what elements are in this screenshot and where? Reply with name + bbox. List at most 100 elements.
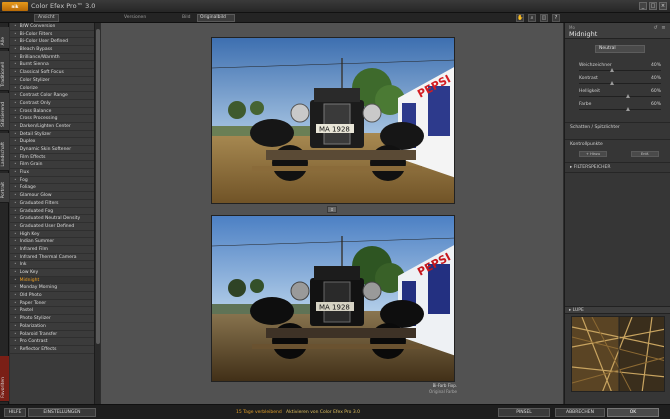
zoom-icon[interactable]: ⌕ <box>528 14 536 22</box>
help-icon[interactable]: ? <box>552 14 560 22</box>
filter-list-item[interactable]: • Duplex <box>10 138 94 146</box>
tab-landschaft[interactable]: Landschaft <box>0 133 9 171</box>
filter-list-item[interactable]: • Film Grain <box>10 161 94 170</box>
filter-list-scrollbar[interactable] <box>94 23 100 404</box>
menu-icon[interactable]: ≡ <box>661 26 666 31</box>
filter-list-item[interactable]: • Infrared Thermal Camera <box>10 253 94 262</box>
filter-memory-section[interactable]: ▸ FILTERSPEICHER <box>567 164 669 171</box>
loupe-header[interactable]: ▸ LUPE <box>565 306 670 314</box>
filter-list-item[interactable]: • Foliage <box>10 184 94 193</box>
filter-list-item[interactable]: • Color Stylizer <box>10 76 94 85</box>
filter-list-item[interactable]: • Polarization <box>10 322 94 331</box>
filter-list-item[interactable]: • Graduated User Defined <box>10 222 94 231</box>
filter-list-item[interactable]: • Contrast Color Range <box>10 92 94 100</box>
filter-name: Contrast Only <box>19 100 51 106</box>
filter-list-item[interactable]: • Bi-Color User Defined <box>10 38 94 47</box>
filter-name: Paper Toner <box>19 300 47 306</box>
control-points-section[interactable]: Kontrollpunkte <box>567 141 669 148</box>
filter-list-item[interactable]: • Flux <box>10 169 94 177</box>
filter-list-item[interactable]: • Reflector Effects <box>10 345 94 354</box>
filter-list-item[interactable]: • B/W Conversion <box>10 23 94 31</box>
slider-weichzeichner[interactable]: Weichzeichner 40% <box>565 63 670 75</box>
tab-favoriten[interactable]: Favoriten <box>0 356 9 402</box>
filter-list-item[interactable]: • Monday Morning <box>10 284 94 293</box>
filter-list-item[interactable]: • Bi-Color Filters <box>10 30 94 39</box>
filter-list-item[interactable]: • Brilliance/Warmth <box>10 53 94 62</box>
filter-list-item[interactable]: • Burnt Sienna <box>10 61 94 70</box>
brush-button[interactable]: PINSEL <box>498 408 550 417</box>
slider-knob[interactable] <box>626 94 631 98</box>
filter-list-item[interactable]: • High Key <box>10 230 94 239</box>
filter-name: Old Photo <box>19 293 42 299</box>
filter-list-item[interactable]: • Ink <box>10 261 94 269</box>
filter-list-item[interactable]: • Graduated Neutral Density <box>10 215 94 223</box>
compare-icon[interactable]: ◫ <box>540 14 548 22</box>
add-control-point-button[interactable]: + Hinzu <box>579 151 607 157</box>
view-button[interactable]: Ansicht <box>34 14 59 22</box>
preview-area: PEPSI MA 1928 ⇕ PEPSI MA 1928 Bi-Farb Fi… <box>101 23 563 404</box>
settings-button[interactable]: EINSTELLUNGEN <box>28 408 96 417</box>
filter-list-item[interactable]: • Polaroid Transfer <box>10 330 94 339</box>
filter-name: Darken/Lighten Center <box>19 123 71 129</box>
filter-list-item[interactable]: • Classical Soft Focus <box>10 69 94 77</box>
tab-portrait[interactable]: Portrait <box>0 173 9 203</box>
remove-control-point-button[interactable]: Entf. <box>631 151 659 157</box>
filter-list-item[interactable]: • Darken/Lighten Center <box>10 122 94 131</box>
filter-list-item[interactable]: • Graduated Fog <box>10 207 94 216</box>
filter-list-item[interactable]: • Paper Toner <box>10 299 94 308</box>
scrollbar-thumb[interactable] <box>96 29 100 344</box>
filter-list-item[interactable]: • Midnight <box>10 276 94 285</box>
cancel-button[interactable]: ABBRECHEN <box>555 408 605 417</box>
bullet-icon: • <box>14 185 17 191</box>
minimize-button[interactable]: _ <box>639 2 647 10</box>
help-button[interactable]: HILFE <box>4 408 26 417</box>
filter-name: Pro Contrast <box>19 339 48 345</box>
bullet-icon: • <box>14 346 17 352</box>
color-set-select[interactable]: Neutral <box>595 45 645 53</box>
tab-stilisierend[interactable]: Stilisierend <box>0 93 9 131</box>
filter-list-item[interactable]: • Pro Contrast <box>10 338 94 346</box>
reset-icon[interactable]: ↺ <box>653 26 658 31</box>
split-view-handle[interactable]: ⇕ <box>327 206 337 213</box>
filter-list-item[interactable]: • Indian Summer <box>10 238 94 246</box>
slider-farbe[interactable]: Farbe 60% <box>565 102 670 114</box>
shadows-highlights-section[interactable]: Schatten / Spitzlichter <box>567 124 669 131</box>
slider-kontrast[interactable]: Kontrast 40% <box>565 76 670 88</box>
filter-list-item[interactable]: • Colorize <box>10 84 94 93</box>
filter-list-item[interactable]: • Cross Processing <box>10 115 94 123</box>
filter-list-item[interactable]: • Pastel <box>10 307 94 316</box>
close-button[interactable]: × <box>659 2 667 10</box>
filter-list-item[interactable]: • Bleach Bypass <box>10 46 94 54</box>
toolbar: Ansicht Versionen Bild Originalbild ✋ ⌕ … <box>0 13 670 23</box>
filter-name: Fog <box>19 177 28 183</box>
ok-button[interactable]: OK <box>607 408 659 417</box>
slider-knob[interactable] <box>609 68 614 72</box>
slider-helligkeit[interactable]: Helligkeit 60% <box>565 89 670 101</box>
filter-list-item[interactable]: • Old Photo <box>10 292 94 300</box>
preview-caption-sub: Original Farbe <box>429 389 457 394</box>
hand-icon[interactable]: ✋ <box>516 14 524 22</box>
filter-list-item[interactable]: • Contrast Only <box>10 99 94 108</box>
filter-list-item[interactable]: • Low Key <box>10 269 94 277</box>
slider-knob[interactable] <box>609 81 614 85</box>
mode-select[interactable]: Originalbild <box>197 14 235 22</box>
filter-list-item[interactable]: • Glamour Glow <box>10 192 94 200</box>
filter-name: Burnt Sienna <box>19 62 49 68</box>
activate-link[interactable]: Aktivieren von Color Efex Pro 3.0 <box>286 410 360 415</box>
filter-list-item[interactable]: • Graduated Filters <box>10 199 94 208</box>
tab-alle[interactable]: Alle <box>0 27 9 49</box>
slider-knob[interactable] <box>626 107 631 111</box>
filter-list-item[interactable]: • Film Effects <box>10 153 94 162</box>
filter-list-item[interactable]: • Cross Balance <box>10 107 94 116</box>
bullet-icon: • <box>14 170 17 176</box>
filter-name: Colorize <box>19 85 38 91</box>
maximize-button[interactable]: □ <box>649 2 657 10</box>
bullet-icon: • <box>14 277 17 283</box>
filter-list-item[interactable]: • Infrared Film <box>10 245 94 254</box>
filter-list-item[interactable]: • Detail Stylizer <box>10 130 94 139</box>
tab-traditionell[interactable]: Traditionell <box>0 51 9 91</box>
bullet-icon: • <box>14 231 17 237</box>
filter-list-item[interactable]: • Dynamic Skin Softener <box>10 146 94 154</box>
filter-list-item[interactable]: • Photo Stylizer <box>10 315 94 323</box>
filter-list-item[interactable]: • Fog <box>10 176 94 185</box>
